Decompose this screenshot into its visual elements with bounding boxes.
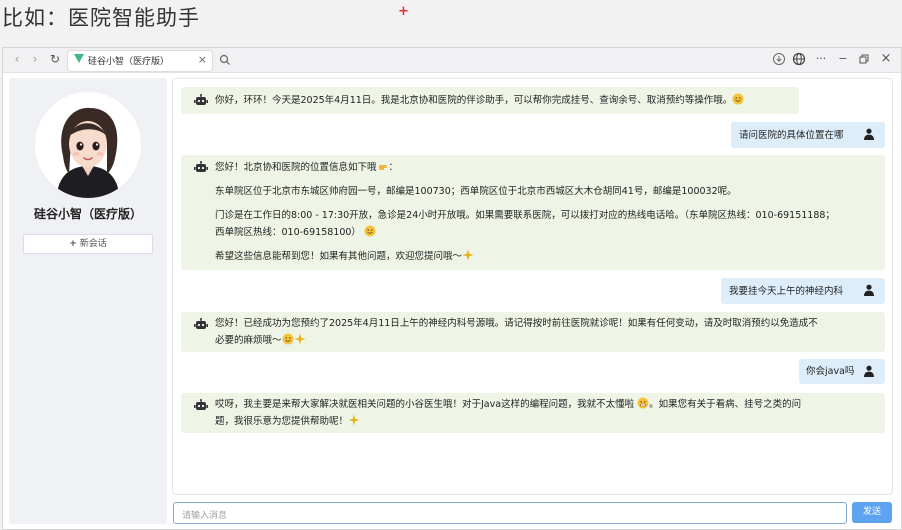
robot-icon — [194, 161, 208, 172]
message-text: 你会java吗 — [806, 366, 855, 377]
globe-icon[interactable] — [791, 51, 807, 67]
robot-icon — [194, 94, 208, 105]
search-icon[interactable] — [217, 52, 233, 68]
pointing-hand-emoji-icon — [378, 165, 387, 170]
message-line-text: 题，我很乐意为您提供帮助呢！ — [215, 416, 349, 427]
robot-icon — [194, 318, 208, 329]
message-line-text: 必要的麻烦哦～ — [215, 335, 282, 346]
chat-panel[interactable]: 你好，环环！今天是2025年4月11日。我是北京协和医院的伴诊助手，可以帮你完成… — [172, 78, 893, 495]
user-icon — [864, 284, 874, 296]
cursor-plus-icon: + — [398, 4, 409, 19]
new-chat-button[interactable]: + 新会话 — [23, 234, 153, 254]
download-icon[interactable] — [771, 51, 787, 67]
sparkle-emoji-icon — [348, 414, 360, 426]
smile-emoji-icon — [364, 225, 376, 237]
user-icon — [864, 365, 874, 377]
sparkle-emoji-icon — [462, 249, 474, 261]
message-line-text: 。如果您有关于看病、挂号之类的问 — [649, 399, 802, 410]
smile-emoji-icon — [282, 333, 294, 345]
message-line: 门诊是在工作日的8:00 - 17:30开放，急诊是24小时开放哦。如果需要联系… — [215, 210, 835, 221]
message-line-text: 西单院区热线：010-69158100） — [215, 227, 361, 238]
message-line: 你好，环环！今天是2025年4月11日。我是北京协和医院的伴诊助手，可以帮你完成… — [215, 95, 733, 106]
bot-message: 你好，环环！今天是2025年4月11日。我是北京协和医院的伴诊助手，可以帮你完成… — [181, 87, 799, 114]
forward-icon[interactable]: › — [27, 51, 43, 67]
tab-title: 硅谷小智（医疗版） — [88, 57, 170, 67]
message-line: 必要的麻烦哦～ — [215, 332, 306, 349]
message-line: 希望这些信息能帮到您！如果有其他问题，欢迎您提问哦～ — [215, 248, 474, 265]
user-message: 我要挂今天上午的神经内科 — [721, 278, 885, 304]
sparkle-emoji-icon — [294, 333, 306, 345]
restore-icon[interactable] — [856, 51, 872, 67]
message-line: 哎呀，我主要是来帮大家解决就医相关问题的小谷医生哦！对于Java这样的编程问题，… — [215, 396, 801, 413]
back-icon[interactable]: ‹ — [9, 51, 25, 67]
message-text: 请问医院的具体位置在哪 — [739, 130, 844, 141]
user-icon — [864, 128, 874, 140]
message-line-text: 哎呀，我主要是来帮大家解决就医相关问题的小谷医生哦！对于Java这样的编程问题，… — [215, 399, 635, 410]
message-line: 东单院区位于北京市东城区帅府园一号，邮编是100730；西单院区位于北京市西城区… — [215, 186, 737, 197]
slide-title: 比如：医院智能助手 — [2, 6, 200, 30]
avatar — [35, 92, 141, 198]
user-message: 你会java吗 — [799, 359, 885, 384]
assistant-name: 硅谷小智（医疗版） — [33, 207, 142, 221]
minimize-icon[interactable]: − — [835, 51, 851, 67]
message-line-text: 希望这些信息能帮到您！如果有其他问题，欢迎您提问哦～ — [215, 251, 463, 262]
vue-logo-icon — [74, 54, 84, 63]
message-text: 你好，环环！今天是2025年4月11日。我是北京协和医院的伴诊助手，可以帮你完成… — [215, 92, 744, 109]
bot-message: 哎呀，我主要是来帮大家解决就医相关问题的小谷医生哦！对于Java这样的编程问题，… — [181, 393, 885, 433]
message-input[interactable] — [180, 506, 844, 526]
browser-tab-bar: ‹ › ↻ 硅谷小智（医疗版） × ··· − × — [3, 48, 901, 73]
message-line: 您好！北京协和医院的位置信息如下哦： — [215, 162, 399, 173]
tab-close-icon[interactable]: × — [198, 53, 207, 66]
reload-icon[interactable]: ↻ — [47, 51, 63, 67]
message-text: 我要挂今天上午的神经内科 — [729, 286, 844, 297]
more-icon[interactable]: ··· — [813, 51, 829, 67]
bot-message: 您好！北京协和医院的位置信息如下哦： 东单院区位于北京市东城区帅府园一号，邮编是… — [181, 155, 885, 270]
message-line-text: 您好！北京协和医院的位置信息如下哦 — [215, 162, 377, 173]
smile-emoji-icon — [732, 93, 744, 105]
user-message: 请问医院的具体位置在哪 — [731, 122, 885, 148]
grimace-emoji-icon — [637, 397, 649, 409]
browser-window: ‹ › ↻ 硅谷小智（医疗版） × ··· − × 硅谷小智（医疗版） + 新会… — [2, 47, 902, 530]
plus-icon: + — [69, 239, 77, 249]
robot-icon — [194, 399, 208, 410]
assistant-avatar-icon — [35, 92, 141, 198]
bot-message: 您好！已经成功为您预约了2025年4月11日上午的神经内科号源哦。请记得按时前往… — [181, 312, 885, 352]
close-icon[interactable]: × — [878, 51, 894, 67]
message-input-box[interactable] — [173, 502, 847, 526]
new-chat-label: 新会话 — [79, 239, 107, 249]
message-line: 您好！已经成功为您预约了2025年4月11日上午的神经内科号源哦。请记得按时前往… — [215, 318, 818, 329]
browser-tab[interactable]: 硅谷小智（医疗版） × — [67, 50, 213, 72]
message-line: 题，我很乐意为您提供帮助呢！ — [215, 413, 360, 430]
sidebar: 硅谷小智（医疗版） + 新会话 — [9, 78, 167, 524]
send-button[interactable]: 发送 — [852, 502, 892, 523]
message-line: 西单院区热线：010-69158100） — [215, 224, 376, 241]
